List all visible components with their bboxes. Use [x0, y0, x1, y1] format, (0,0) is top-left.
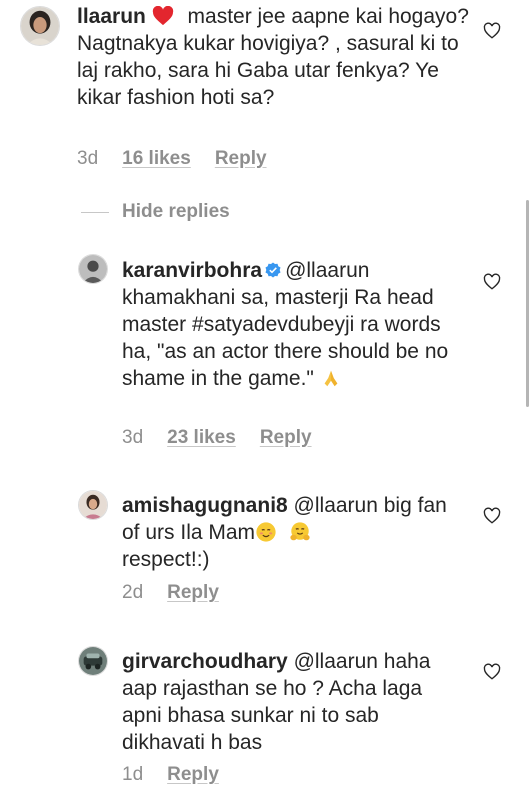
like-heart-icon[interactable]: [483, 273, 501, 291]
comment-username[interactable]: amishagugnani8: [122, 494, 288, 517]
avatar-llaarun-image: [21, 7, 59, 45]
hide-replies-label: Hide replies: [122, 201, 230, 222]
folded-hands-emoji: [324, 370, 338, 387]
hide-replies-button[interactable]: Hide replies: [81, 201, 230, 223]
heart-outline-icon: [483, 273, 501, 290]
hide-replies-divider: [81, 211, 109, 213]
likes-link[interactable]: 16 likes: [122, 148, 191, 170]
avatar-girvarchoudhary[interactable]: [78, 646, 108, 676]
reply-button[interactable]: Reply: [215, 148, 267, 170]
scrollbar[interactable]: [526, 200, 529, 407]
comment-username[interactable]: girvarchoudhary: [122, 650, 288, 673]
hugging-face-emoji: [290, 522, 310, 541]
red-heart-emoji: [152, 6, 173, 26]
comment-body: llaarun master jee aapne kai hogayo? Nag…: [77, 3, 477, 111]
comment-mention[interactable]: @llaarun: [294, 650, 378, 673]
avatar-karanvirbohra-image: [79, 255, 107, 283]
heart-outline-icon: [483, 22, 501, 39]
avatar-amishagugnani8[interactable]: [78, 490, 108, 520]
comment-meta: 3d 23 likes Reply: [122, 427, 312, 449]
like-heart-icon[interactable]: [483, 663, 501, 681]
smiling-face-emoji: [256, 522, 276, 542]
comment-text-line2: respect!:): [122, 548, 210, 571]
comment-text: khamakhani sa, masterji Ra head master #…: [122, 286, 449, 390]
heart-outline-icon: [483, 507, 501, 524]
comment-mention[interactable]: @llaarun: [285, 259, 369, 282]
comment-username[interactable]: karanvirbohra: [122, 259, 262, 282]
comment-body: amishagugnani8 @llaarun big fan of urs I…: [122, 492, 452, 573]
avatar-karanvirbohra[interactable]: [78, 254, 108, 284]
comment-age: 3d: [77, 148, 99, 169]
comment-body: girvarchoudhary @llaarun haha aap rajast…: [122, 648, 452, 756]
like-heart-icon[interactable]: [483, 507, 501, 525]
reply-button[interactable]: Reply: [167, 582, 219, 604]
comment-age: 1d: [122, 764, 144, 785]
verified-badge: [265, 262, 281, 278]
comment-meta: 2d Reply: [122, 582, 219, 604]
reply-button[interactable]: Reply: [167, 764, 219, 786]
likes-link[interactable]: 23 likes: [167, 427, 236, 449]
comment-age: 2d: [122, 582, 144, 603]
reply-button[interactable]: Reply: [260, 427, 312, 449]
heart-outline-icon: [483, 663, 501, 680]
avatar-amishagugnani8-image: [79, 491, 107, 519]
avatar-girvarchoudhary-image: [79, 647, 107, 675]
comment-mention[interactable]: @llaarun: [294, 494, 378, 517]
comment-body: karanvirbohra @llaarun khamakhani sa, mas…: [122, 257, 452, 392]
comment-username[interactable]: llaarun: [77, 5, 146, 28]
comment-meta: 3d 16 likes Reply: [77, 148, 267, 170]
avatar-llaarun[interactable]: [20, 6, 60, 46]
comment-age: 3d: [122, 427, 144, 448]
comment-meta: 1d Reply: [122, 764, 219, 786]
like-heart-icon[interactable]: [483, 22, 501, 40]
